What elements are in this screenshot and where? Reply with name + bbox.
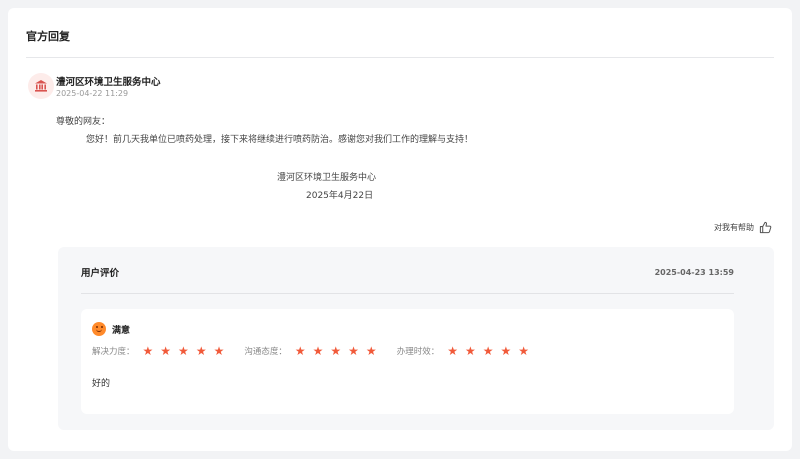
star-icon: ★ — [195, 344, 207, 358]
evaluation-time: 2025-04-23 13:59 — [654, 268, 734, 277]
section-title: 官方回复 — [26, 30, 70, 43]
helpful-button[interactable]: 对我有帮助 — [714, 221, 772, 234]
ratings-row: 解决力度： ★ ★ ★ ★ ★ 沟通态度： ★ ★ ★ ★ ★ 办理时效： ★ ★ ★ ★ ★ — [92, 345, 549, 357]
evaluation-box: 满意 解决力度： ★ ★ ★ ★ ★ 沟通态度： ★ ★ ★ ★ ★ 办理时效： ★ ★ ★ ★ ★ 好… — [81, 309, 734, 414]
evaluation-comment: 好的 — [92, 379, 111, 389]
smile-face-icon — [92, 322, 106, 336]
mood: 满意 — [92, 322, 130, 336]
star-icon: ★ — [213, 344, 225, 358]
mood-label: 满意 — [112, 325, 131, 336]
star-icon: ★ — [500, 344, 512, 358]
rating-resolution: 解决力度： ★ ★ ★ ★ ★ — [92, 345, 224, 357]
government-building-icon — [35, 80, 47, 92]
reply-greeting: 尊敬的网友： — [56, 117, 111, 127]
evaluation-title: 用户评价 — [81, 268, 120, 279]
official-reply-card: 官方回复 澧河区环境卫生服务中心 2025-04-22 11:29 尊敬的网友：… — [8, 8, 792, 451]
org-name: 澧河区环境卫生服务中心 — [56, 77, 161, 88]
star-icon: ★ — [348, 344, 359, 358]
rating-label: 沟通态度： — [244, 347, 287, 357]
section-divider — [26, 57, 774, 58]
reply-signature-org: 澧河区环境卫生服务中心 — [277, 173, 377, 183]
helpful-label: 对我有帮助 — [714, 223, 754, 232]
rating-attitude: 沟通态度： ★ ★ ★ ★ ★ — [244, 345, 376, 357]
star-icon: ★ — [178, 344, 189, 358]
star-icon: ★ — [142, 344, 154, 358]
rating-label: 解决力度： — [92, 347, 135, 357]
rating-label: 办理时效： — [396, 347, 440, 357]
reply-time: 2025-04-22 11:29 — [56, 89, 129, 98]
thumbs-up-icon — [759, 221, 772, 234]
star-icon: ★ — [447, 344, 458, 358]
user-evaluation-panel: 用户评价 2025-04-23 13:59 满意 解决力度： ★ ★ ★ ★ ★ 沟通态… — [58, 247, 774, 430]
star-rating: ★ ★ ★ ★ ★ — [447, 345, 529, 357]
reply-content: 您好！前几天我单位已喷药处理，接下来将继续进行喷药防治。感谢您对我们工作的理解与… — [86, 135, 474, 145]
star-icon: ★ — [518, 344, 530, 358]
star-icon: ★ — [330, 344, 342, 358]
star-icon: ★ — [312, 344, 324, 358]
star-rating: ★ ★ ★ ★ ★ — [143, 345, 225, 357]
star-icon: ★ — [160, 344, 172, 358]
star-rating: ★ ★ ★ ★ ★ — [295, 345, 377, 357]
star-icon: ★ — [464, 344, 476, 358]
org-avatar — [28, 73, 54, 99]
reply-signature-date: 2025年4月22日 — [306, 191, 374, 201]
rating-timeliness: 办理时效： ★ ★ ★ ★ ★ — [397, 345, 529, 357]
star-icon: ★ — [294, 344, 306, 358]
star-icon: ★ — [365, 344, 377, 358]
evaluation-divider — [81, 293, 734, 294]
star-icon: ★ — [482, 344, 494, 358]
